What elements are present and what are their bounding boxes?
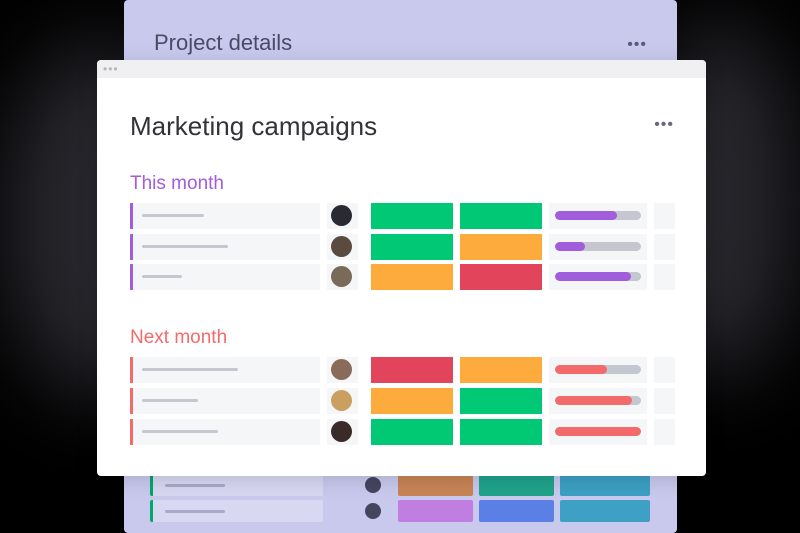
progress-cell [549, 388, 647, 414]
item-name-cell[interactable] [130, 203, 320, 229]
progress-fill [555, 365, 607, 374]
text-placeholder [165, 510, 225, 513]
back-status-cell [398, 474, 473, 496]
board-title: Marketing campaigns [130, 111, 378, 141]
back-status-cell [398, 500, 473, 522]
empty-cell [654, 357, 675, 383]
person-cell[interactable] [327, 419, 358, 445]
person-cell[interactable] [327, 203, 358, 229]
table-row[interactable] [130, 264, 675, 290]
status-cell[interactable] [460, 203, 542, 229]
text-placeholder [142, 430, 218, 433]
item-name-cell[interactable] [130, 234, 320, 260]
status-cell[interactable] [371, 234, 453, 260]
group-color-stripe [130, 203, 133, 229]
progress-fill [555, 272, 631, 281]
avatar [365, 503, 381, 519]
table-row[interactable] [130, 419, 675, 445]
progress-fill [555, 396, 633, 405]
board-menu-icon[interactable]: ••• [627, 36, 647, 54]
person-cell[interactable] [327, 357, 358, 383]
status-cell[interactable] [460, 234, 542, 260]
status-cell[interactable] [371, 203, 453, 229]
avatar [331, 421, 352, 442]
empty-cell [654, 234, 675, 260]
window-top-bar: ••• [97, 60, 706, 78]
board-title: Project details [154, 30, 293, 55]
status-cell[interactable] [371, 264, 453, 290]
progress-track [555, 396, 641, 405]
avatar [331, 390, 352, 411]
text-placeholder [165, 484, 225, 487]
text-placeholder [142, 368, 238, 371]
item-name-cell[interactable] [130, 357, 320, 383]
progress-cell [549, 357, 647, 383]
progress-cell [549, 264, 647, 290]
group-color-stripe [130, 388, 133, 414]
text-placeholder [142, 214, 204, 217]
empty-cell [654, 419, 675, 445]
status-cell[interactable] [460, 357, 542, 383]
progress-cell [549, 419, 647, 445]
avatar [331, 205, 352, 226]
progress-track [555, 427, 641, 436]
table-row[interactable] [130, 203, 675, 229]
progress-cell [549, 203, 647, 229]
person-cell[interactable] [327, 264, 358, 290]
status-cell[interactable] [371, 388, 453, 414]
person-cell[interactable] [327, 234, 358, 260]
table-row[interactable] [130, 357, 675, 383]
empty-cell [654, 203, 675, 229]
group-color-stripe [130, 264, 133, 290]
group-color-stripe [130, 234, 133, 260]
progress-track [555, 211, 641, 220]
back-table-row [150, 500, 650, 522]
progress-track [555, 365, 641, 374]
back-status-cell [479, 500, 554, 522]
back-status-cell [560, 500, 650, 522]
progress-track [555, 272, 641, 281]
person-cell[interactable] [327, 388, 358, 414]
status-cell[interactable] [460, 419, 542, 445]
avatar [331, 236, 352, 257]
status-cell[interactable] [371, 419, 453, 445]
avatar [331, 266, 352, 287]
progress-track [555, 242, 641, 251]
back-row-name-cell [150, 474, 323, 496]
empty-cell [654, 264, 675, 290]
status-cell[interactable] [460, 264, 542, 290]
status-cell[interactable] [371, 357, 453, 383]
back-status-cell [560, 474, 650, 496]
avatar [365, 477, 381, 493]
progress-fill [555, 211, 617, 220]
group-title-this-month[interactable]: This month [130, 173, 224, 195]
group-title-next-month[interactable]: Next month [130, 327, 227, 349]
group-color-stripe [130, 419, 133, 445]
progress-cell [549, 234, 647, 260]
empty-cell [654, 388, 675, 414]
window-dots-icon: ••• [103, 62, 119, 76]
back-table-row [150, 474, 650, 496]
back-status-cell [479, 474, 554, 496]
item-name-cell[interactable] [130, 388, 320, 414]
group-color-stripe [130, 357, 133, 383]
text-placeholder [142, 399, 198, 402]
progress-fill [555, 427, 641, 436]
table-row[interactable] [130, 388, 675, 414]
avatar [331, 359, 352, 380]
back-row-name-cell [150, 500, 323, 522]
text-placeholder [142, 275, 182, 278]
marketing-campaigns-board: ••• Marketing campaigns ••• This month N… [97, 60, 706, 476]
item-name-cell[interactable] [130, 419, 320, 445]
table-row[interactable] [130, 234, 675, 260]
text-placeholder [142, 245, 228, 248]
progress-fill [555, 242, 586, 251]
item-name-cell[interactable] [130, 264, 320, 290]
board-menu-icon[interactable]: ••• [654, 116, 674, 134]
status-cell[interactable] [460, 388, 542, 414]
